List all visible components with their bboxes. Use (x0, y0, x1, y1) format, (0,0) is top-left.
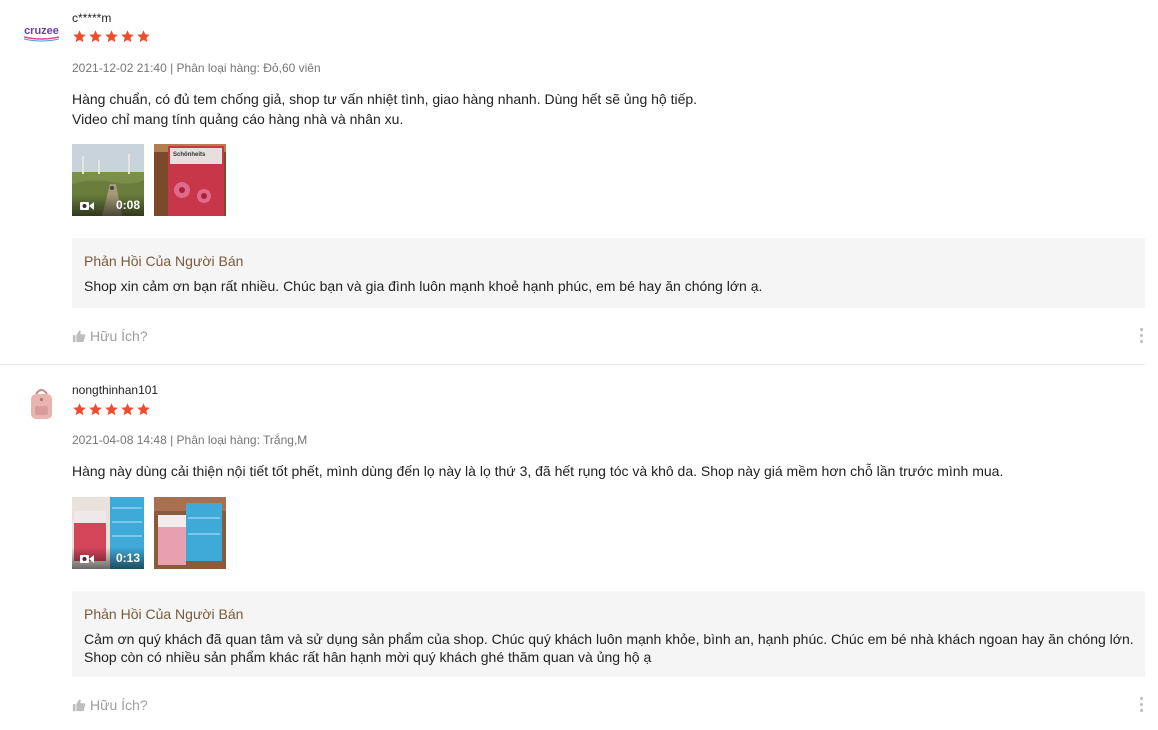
helpful-label: Hữu Ích? (90, 697, 148, 713)
helpful-button[interactable]: Hữu Ích? (72, 328, 148, 344)
product-box-photo: Schönheits (154, 144, 226, 216)
review-item: nongthinhan101 2021-04-08 14:48 | Phân l… (0, 364, 1158, 730)
star-icon (121, 403, 134, 416)
more-options-icon[interactable] (1139, 697, 1145, 715)
star-icon (137, 403, 150, 416)
star-icon (137, 30, 150, 43)
helpful-button[interactable]: Hữu Ích? (72, 697, 148, 713)
seller-reply-text: Shop xin cảm ơn bạn rất nhiều. Chúc bạn … (84, 278, 763, 294)
helpful-label: Hữu Ích? (90, 328, 148, 344)
user-avatar[interactable]: cruzee (20, 10, 63, 53)
review-content-line: Hàng này dùng cải thiện nội tiết tốt phế… (72, 463, 1004, 479)
more-options-icon[interactable] (1139, 328, 1145, 346)
review-video-thumbnail[interactable]: 0:08 (72, 144, 144, 216)
seller-reply: Phản Hồi Của Người Bán Cảm ơn quý khách … (72, 591, 1145, 677)
star-rating (72, 29, 151, 44)
review-image-thumbnail[interactable]: Schönheits (154, 144, 226, 216)
seller-reply-title: Phản Hồi Của Người Bán (84, 606, 244, 622)
star-icon (121, 30, 134, 43)
review-media: 0:08 Schönheits (72, 144, 226, 216)
review-item: cruzee c*****m 2021-12-02 21:40 | Phân l… (0, 0, 1158, 364)
review-media: 0:13 (72, 497, 226, 569)
review-content: Hàng này dùng cải thiện nội tiết tốt phế… (72, 461, 1003, 481)
star-icon (89, 30, 102, 43)
review-content-line: Video chỉ mang tính quảng cáo hàng nhà v… (72, 111, 404, 127)
review-username[interactable]: c*****m (72, 11, 111, 25)
star-rating (72, 402, 151, 417)
seller-reply-title: Phản Hồi Của Người Bán (84, 253, 244, 269)
avatar-logo-text: cruzee (24, 25, 59, 37)
review-meta: 2021-04-08 14:48 | Phân loại hàng: Trắng… (72, 433, 308, 447)
star-icon (105, 30, 118, 43)
user-avatar[interactable] (20, 382, 63, 425)
seller-reply-text: Cảm ơn quý khách đã quan tâm và sử dụng … (84, 631, 1134, 665)
video-camera-icon (80, 555, 94, 563)
product-packages-photo (154, 497, 226, 569)
video-duration: 0:08 (115, 198, 140, 212)
backpack-avatar-icon (20, 382, 63, 425)
thumbs-up-icon (72, 699, 86, 712)
seller-reply: Phản Hồi Của Người Bán Shop xin cảm ơn b… (72, 238, 1145, 308)
review-content: Hàng chuẩn, có đủ tem chống giả, shop tư… (72, 89, 697, 129)
star-icon (73, 30, 86, 43)
product-box-label: Schönheits (173, 152, 206, 158)
review-meta: 2021-12-02 21:40 | Phân loại hàng: Đỏ,60… (72, 61, 321, 75)
video-camera-icon (80, 202, 94, 210)
review-video-thumbnail[interactable]: 0:13 (72, 497, 144, 569)
video-duration: 0:13 (115, 551, 140, 565)
review-username[interactable]: nongthinhan101 (72, 383, 158, 397)
star-icon (89, 403, 102, 416)
thumbs-up-icon (72, 330, 86, 343)
review-content-line: Hàng chuẩn, có đủ tem chống giả, shop tư… (72, 91, 698, 107)
star-icon (73, 403, 86, 416)
cruzee-logo-icon: cruzee (20, 10, 63, 53)
review-image-thumbnail[interactable] (154, 497, 226, 569)
star-icon (105, 403, 118, 416)
